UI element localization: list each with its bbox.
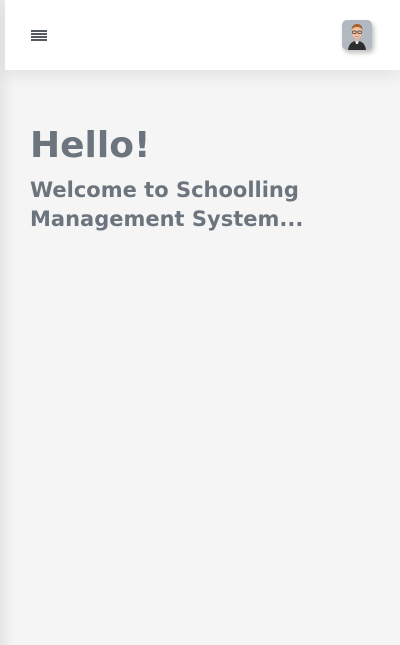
welcome-message: Welcome to Schoolling Management System.… (30, 176, 370, 234)
app-page: Hello! Welcome to Schoolling Management … (0, 0, 400, 645)
hamburger-menu-icon[interactable] (31, 30, 47, 42)
greeting-heading: Hello! (30, 125, 151, 166)
user-avatar[interactable] (342, 20, 372, 50)
avatar-image (342, 20, 372, 50)
sidebar-shadow (0, 0, 14, 645)
welcome-section: Hello! Welcome to Schoolling Management … (30, 122, 370, 234)
top-navbar (5, 0, 400, 70)
welcome-line-2: Management System... (30, 207, 304, 231)
welcome-line-1: Welcome to Schoolling (30, 178, 299, 202)
